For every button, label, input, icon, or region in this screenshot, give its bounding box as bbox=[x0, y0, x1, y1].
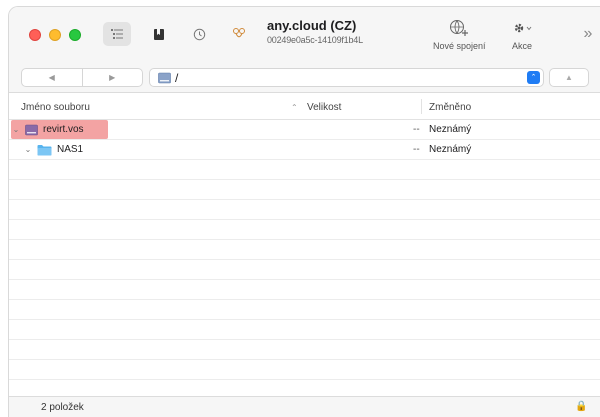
navigation-segment: ◀ ▶ bbox=[21, 68, 143, 87]
disclosure-chevron-icon[interactable]: ⌄ bbox=[23, 145, 33, 154]
file-name-cell: ⌄ NAS1 bbox=[23, 140, 83, 159]
file-name: revirt.vos bbox=[43, 124, 84, 135]
empty-row bbox=[9, 280, 600, 300]
lock-icon: 🔒 bbox=[575, 401, 588, 412]
file-modified: Neznámý bbox=[429, 144, 472, 155]
item-count: 2 položek bbox=[41, 402, 84, 413]
path-dropdown-icon[interactable]: ⌃ bbox=[527, 71, 540, 84]
zoom-window-button[interactable] bbox=[69, 29, 81, 41]
toolbar: any.cloud (CZ) 00249e0a5c-14109f1b4L Nov… bbox=[9, 7, 600, 63]
empty-row bbox=[9, 220, 600, 240]
back-button[interactable]: ◀ bbox=[22, 69, 82, 86]
history-clock-icon bbox=[193, 28, 205, 40]
column-divider[interactable] bbox=[421, 99, 422, 114]
column-header-size[interactable]: Velikost bbox=[307, 102, 341, 113]
history-button[interactable] bbox=[187, 22, 211, 46]
bonjour-icon bbox=[233, 28, 245, 38]
empty-row bbox=[9, 300, 600, 320]
toolbar-overflow-button[interactable]: » bbox=[579, 22, 597, 46]
outline-view-button[interactable] bbox=[103, 22, 131, 46]
minimize-window-button[interactable] bbox=[49, 29, 61, 41]
sort-ascending-icon: ⌃ bbox=[291, 103, 298, 112]
file-row[interactable]: ⌄ NAS1 -- Neznámý bbox=[9, 140, 600, 160]
file-list: ⌄ revirt.vos -- Neznámý ⌄ NAS1 -- Neznám… bbox=[9, 120, 600, 400]
empty-row bbox=[9, 320, 600, 340]
empty-row bbox=[9, 240, 600, 260]
connection-title: any.cloud (CZ) bbox=[267, 18, 357, 33]
disk-icon bbox=[158, 72, 171, 83]
bookmarks-button[interactable] bbox=[147, 22, 171, 46]
volume-icon bbox=[25, 124, 38, 136]
status-bar: 2 položek 🔒 bbox=[9, 396, 600, 417]
empty-row bbox=[9, 180, 600, 200]
current-path: / bbox=[175, 70, 179, 85]
file-name-cell: ⌄ revirt.vos bbox=[11, 120, 108, 139]
empty-row bbox=[9, 200, 600, 220]
close-window-button[interactable] bbox=[29, 29, 41, 41]
connection-subtitle: 00249e0a5c-14109f1b4L bbox=[267, 35, 363, 45]
path-selector[interactable]: / ⌃ bbox=[149, 68, 544, 87]
file-modified: Neznámý bbox=[429, 124, 472, 135]
empty-row bbox=[9, 260, 600, 280]
file-row[interactable]: ⌄ revirt.vos -- Neznámý bbox=[9, 120, 600, 140]
bookmark-icon bbox=[154, 28, 164, 40]
new-connection-button[interactable]: Nové spojení bbox=[433, 19, 486, 51]
new-connection-label: Nové spojení bbox=[433, 41, 486, 51]
file-name: NAS1 bbox=[57, 144, 84, 155]
outline-view-icon bbox=[111, 29, 123, 39]
file-browser-window: any.cloud (CZ) 00249e0a5c-14109f1b4L Nov… bbox=[8, 6, 600, 417]
empty-row bbox=[9, 340, 600, 360]
action-menu-label: Akce bbox=[511, 41, 532, 51]
file-size: -- bbox=[413, 124, 420, 135]
bonjour-button[interactable] bbox=[227, 22, 251, 46]
empty-row bbox=[9, 160, 600, 180]
action-menu-button[interactable]: Akce bbox=[511, 19, 533, 51]
parent-directory-button[interactable]: ▲ bbox=[549, 68, 589, 87]
new-connection-globe-icon bbox=[450, 20, 469, 36]
folder-icon bbox=[37, 144, 52, 156]
gear-icon bbox=[514, 23, 532, 33]
column-header-modified[interactable]: Změněno bbox=[429, 102, 471, 113]
path-bar: ◀ ▶ / ⌃ ▲ bbox=[9, 63, 600, 93]
disclosure-chevron-icon[interactable]: ⌄ bbox=[11, 125, 21, 134]
connection-info: any.cloud (CZ) 00249e0a5c-14109f1b4L bbox=[267, 18, 437, 45]
file-size: -- bbox=[413, 144, 420, 155]
forward-button[interactable]: ▶ bbox=[81, 69, 143, 86]
column-header-name[interactable]: Jméno souboru bbox=[21, 102, 90, 113]
column-header-row: Jméno souboru ⌃ Velikost Změněno bbox=[9, 93, 600, 120]
empty-row bbox=[9, 360, 600, 380]
